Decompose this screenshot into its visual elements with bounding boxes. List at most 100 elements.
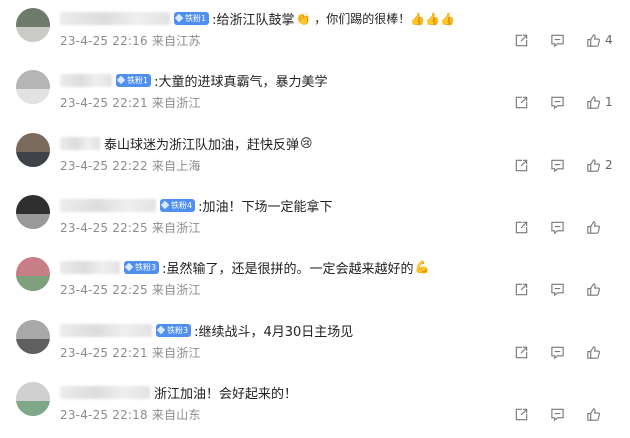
comment-item: 泰山球迷为浙江队加油，赶快反弹 😢 23-4-25 22:22 来自上海 2 (0, 127, 630, 189)
comment-body: 浙江加油！会好起来的！ (60, 382, 297, 402)
comment-emoji: 👏 ，你们踢的很棒！👍👍👍 (295, 11, 456, 26)
avatar[interactable] (16, 320, 50, 354)
comment-text: :大童的进球真霸气，暴力美学 (154, 74, 328, 90)
share-icon (514, 33, 529, 48)
like-button[interactable] (586, 279, 616, 299)
username-blurred[interactable] (60, 385, 150, 399)
comment-emoji: 💪 (414, 260, 430, 274)
comment-item: 浙江加油！会好起来的！ 23-4-25 22:18 来自山东 (0, 376, 630, 438)
like-button[interactable]: 2 (586, 155, 616, 175)
username-blurred[interactable] (60, 11, 170, 25)
avatar[interactable] (16, 195, 50, 229)
fan-badge-label: 铁粉4 (171, 200, 193, 210)
comment-actions: 1 (514, 92, 616, 112)
diamond-icon (124, 262, 134, 272)
comment-text: :加油！下场一定能拿下 (198, 199, 333, 215)
share-icon (514, 220, 529, 235)
comment-meta: 23-4-25 22:21 来自浙江 (60, 344, 201, 361)
username-blurred[interactable] (60, 323, 152, 337)
share-button[interactable] (514, 217, 550, 237)
fan-badge-label: 铁粉1 (127, 75, 149, 85)
comment-text: :虽然输了，还是很拼的。一定会越来越好的 (162, 261, 414, 277)
like-count: 1 (605, 95, 613, 109)
comment-body: 铁粉3 :虽然输了，还是很拼的。一定会越来越好的 💪 (60, 257, 429, 277)
comment-item: 铁粉3 :继续战斗，4月30日主场见 23-4-25 22:21 来自浙江 (0, 314, 630, 376)
fan-badge: 铁粉3 (156, 323, 192, 337)
comment-meta: 23-4-25 22:25 来自浙江 (60, 219, 201, 236)
thumbs-up-icon (586, 95, 601, 110)
comment-text: :继续战斗，4月30日主场见 (194, 324, 354, 340)
thumbs-up-icon (586, 33, 601, 48)
comment-body: 泰山球迷为浙江队加油，赶快反弹 😢 (60, 133, 313, 153)
comment-item: 铁粉1 :给浙江队鼓掌 👏 ，你们踢的很棒！👍👍👍 23-4-25 22:16 来自江… (0, 2, 630, 64)
reply-button[interactable] (550, 217, 586, 237)
like-button[interactable]: 4 (586, 30, 616, 50)
username-blurred[interactable] (60, 198, 156, 212)
username-blurred[interactable] (60, 73, 112, 87)
comment-date: 23-4-25 22:18 (60, 408, 148, 422)
reply-button[interactable] (550, 404, 586, 424)
fan-badge: 铁粉3 (124, 260, 160, 274)
comment-item: 铁粉1:大童的进球真霸气，暴力美学 23-4-25 22:21 来自浙江 1 (0, 64, 630, 126)
diamond-icon (156, 325, 166, 335)
comment-date: 23-4-25 22:25 (60, 283, 148, 297)
comment-meta: 23-4-25 22:25 来自浙江 (60, 281, 201, 298)
comment-text: :给浙江队鼓掌 (212, 12, 295, 28)
comment-icon (550, 220, 565, 235)
username-blurred[interactable] (60, 136, 100, 150)
share-button[interactable] (514, 342, 550, 362)
comment-actions: 4 (514, 30, 616, 50)
share-icon (514, 282, 529, 297)
share-button[interactable] (514, 30, 550, 50)
like-button[interactable] (586, 404, 616, 424)
avatar[interactable] (16, 8, 50, 42)
like-count: 4 (605, 33, 613, 47)
reply-button[interactable] (550, 342, 586, 362)
reply-button[interactable] (550, 92, 586, 112)
fan-badge: 铁粉1 (116, 73, 152, 87)
share-button[interactable] (514, 155, 550, 175)
avatar[interactable] (16, 382, 50, 416)
share-button[interactable] (514, 404, 550, 424)
comment-icon (550, 158, 565, 173)
share-button[interactable] (514, 279, 550, 299)
avatar[interactable] (16, 70, 50, 104)
reply-button[interactable] (550, 279, 586, 299)
fan-badge-label: 铁粉3 (167, 325, 189, 335)
diamond-icon (160, 200, 170, 210)
comment-location: 来自山东 (151, 408, 201, 422)
comment-actions: 2 (514, 155, 616, 175)
comment-text: 泰山球迷为浙江队加油，赶快反弹 (104, 137, 300, 153)
comment-item: 铁粉4 :加油！下场一定能拿下 23-4-25 22:25 来自浙江 (0, 189, 630, 251)
like-button[interactable] (586, 217, 616, 237)
fan-badge-label: 铁粉3 (135, 262, 157, 272)
share-icon (514, 407, 529, 422)
comment-body: 铁粉3 :继续战斗，4月30日主场见 (60, 320, 353, 340)
comment-date: 23-4-25 22:21 (60, 346, 148, 360)
share-icon (514, 158, 529, 173)
comment-actions (514, 342, 616, 362)
comment-meta: 23-4-25 22:16 来自江苏 (60, 32, 201, 49)
avatar[interactable] (16, 257, 50, 291)
share-button[interactable] (514, 92, 550, 112)
comment-location: 来自浙江 (151, 346, 201, 360)
like-button[interactable]: 1 (586, 92, 616, 112)
thumbs-up-icon (586, 345, 601, 360)
comment-date: 23-4-25 22:16 (60, 34, 148, 48)
comment-date: 23-4-25 22:25 (60, 221, 148, 235)
comment-emoji: 😢 (300, 136, 313, 150)
fan-badge-label: 铁粉1 (185, 13, 207, 23)
avatar[interactable] (16, 133, 50, 167)
comment-icon (550, 95, 565, 110)
comment-icon (550, 282, 565, 297)
share-icon (514, 345, 529, 360)
like-button[interactable] (586, 342, 616, 362)
comment-location: 来自浙江 (151, 96, 201, 110)
username-blurred[interactable] (60, 260, 120, 274)
comment-actions (514, 279, 616, 299)
comment-body: 铁粉1 :大童的进球真霸气，暴力美学 (60, 70, 327, 90)
reply-button[interactable] (550, 30, 586, 50)
comment-body: 铁粉4 :加油！下场一定能拿下 (60, 195, 332, 215)
share-icon (514, 95, 529, 110)
reply-button[interactable] (550, 155, 586, 175)
